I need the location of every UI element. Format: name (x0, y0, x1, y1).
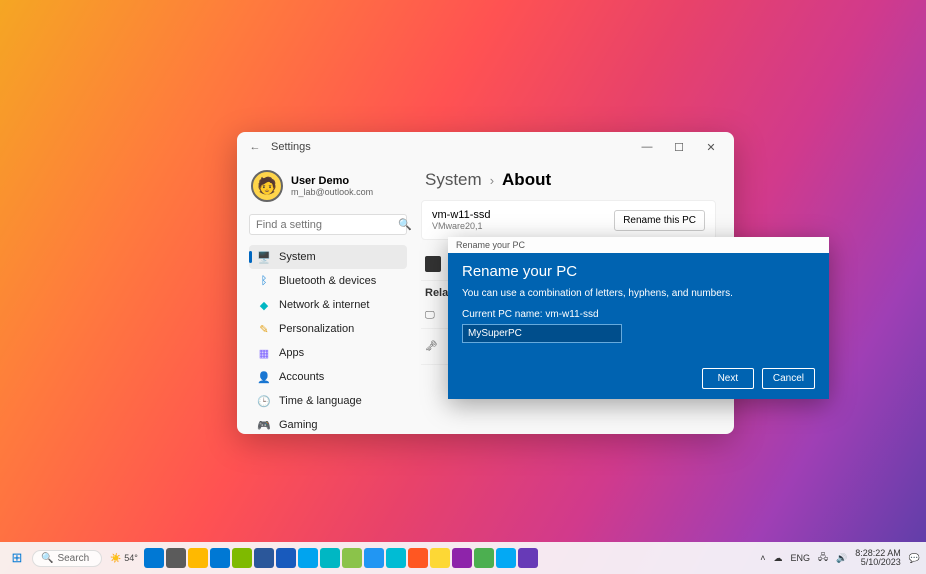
bluetooth-devices-icon: ᛒ (257, 274, 271, 288)
sidebar-item-personalization[interactable]: ✎ Personalization (249, 317, 407, 341)
search-icon: 🔍 (41, 553, 53, 564)
pc-name-card: vm-w11-ssd VMware20,1 Rename this PC (421, 200, 716, 240)
search-icon: 🔍 (398, 218, 412, 231)
network-internet-icon: ◆ (257, 298, 271, 312)
user-email: m_lab@outlook.com (291, 187, 373, 197)
notifications-icon[interactable]: 💬 (909, 553, 920, 564)
chevron-right-icon: › (490, 173, 494, 188)
sidebar-item-label: Gaming (279, 419, 318, 431)
tray-chevron-icon[interactable]: ˄ (760, 553, 765, 563)
taskbar-app-17[interactable] (518, 548, 538, 568)
network-icon[interactable]: 🖧 (818, 550, 828, 566)
cancel-button[interactable]: Cancel (762, 368, 815, 389)
monitor-icon: 🖵 (425, 310, 439, 321)
sidebar-item-time-language[interactable]: 🕒 Time & language (249, 389, 407, 413)
accounts-icon: 👤 (257, 370, 271, 384)
taskbar-app-12[interactable] (408, 548, 428, 568)
personalization-icon: ✎ (257, 322, 271, 336)
app-title: Settings (271, 141, 311, 153)
taskbar-app-10[interactable] (364, 548, 384, 568)
minimize-button[interactable]: — (632, 135, 662, 159)
sidebar-item-label: Network & internet (279, 299, 369, 311)
sidebar-item-label: Bluetooth & devices (279, 275, 376, 287)
taskbar-app-11[interactable] (386, 548, 406, 568)
sidebar-item-label: Personalization (279, 323, 354, 335)
time-language-icon: 🕒 (257, 394, 271, 408)
sidebar-item-label: Apps (279, 347, 304, 359)
user-name: User Demo (291, 175, 373, 188)
taskbar-search[interactable]: 🔍 Search (32, 550, 102, 567)
avatar: 🧑 (251, 170, 283, 202)
maximize-button[interactable]: ☐ (664, 135, 694, 159)
sidebar-item-label: Accounts (279, 371, 324, 383)
taskbar-app-14[interactable] (452, 548, 472, 568)
page-title: About (502, 170, 551, 190)
system-icon: 🖥️ (257, 250, 271, 264)
user-account[interactable]: 🧑 User Demo m_lab@outlook.com (249, 166, 407, 212)
clock-date: 5/10/2023 (855, 558, 901, 567)
sidebar-item-accounts[interactable]: 👤 Accounts (249, 365, 407, 389)
sidebar: 🧑 User Demo m_lab@outlook.com 🔍 🖥️ System… (237, 162, 415, 434)
titlebar: ← Settings — ☐ ✕ (237, 132, 734, 162)
dialog-title: Rename your PC (462, 263, 815, 280)
gaming-icon: 🎮 (257, 418, 271, 432)
taskbar-app-7[interactable] (298, 548, 318, 568)
clock[interactable]: 8:28:22 AM 5/10/2023 (855, 549, 901, 568)
start-button[interactable]: ⊞ (6, 547, 28, 569)
rename-pc-button[interactable]: Rename this PC (614, 210, 705, 231)
taskbar-app-8[interactable] (320, 548, 340, 568)
dialog-subtitle: You can use a combination of letters, hy… (462, 288, 815, 299)
taskbar: ⊞ 🔍 Search ☀️ 54° ˄ ☁ ENG 🖧 🔊 8:28:22 AM… (0, 542, 926, 574)
sidebar-item-network-internet[interactable]: ◆ Network & internet (249, 293, 407, 317)
taskbar-app-16[interactable] (496, 548, 516, 568)
taskbar-app-1[interactable] (166, 548, 186, 568)
taskbar-app-0[interactable] (144, 548, 164, 568)
pc-model: VMware20,1 (432, 221, 490, 231)
sidebar-item-label: Time & language (279, 395, 362, 407)
back-button[interactable]: ← (245, 141, 265, 153)
next-button[interactable]: Next (702, 368, 754, 389)
apps-icon: ▦ (257, 346, 271, 360)
language-indicator[interactable]: ENG (790, 553, 810, 563)
taskbar-app-9[interactable] (342, 548, 362, 568)
taskbar-search-label: Search (57, 553, 89, 564)
taskbar-app-6[interactable] (276, 548, 296, 568)
volume-icon[interactable]: 🔊 (836, 553, 847, 564)
weather-widget[interactable]: ☀️ 54° (110, 553, 138, 564)
taskbar-app-15[interactable] (474, 548, 494, 568)
weather-icon: ☀️ (110, 553, 121, 564)
dialog-caption: Rename your PC (448, 237, 829, 253)
rename-pc-dialog: Rename your PC Rename your PC You can us… (448, 237, 829, 399)
pc-name: vm-w11-ssd (432, 209, 490, 221)
taskbar-app-2[interactable] (188, 548, 208, 568)
search-box[interactable]: 🔍 (249, 214, 407, 235)
new-pc-name-input[interactable] (462, 324, 622, 343)
breadcrumb-root[interactable]: System (425, 170, 482, 190)
key-icon: 🗝 (425, 341, 439, 352)
taskbar-app-3[interactable] (210, 548, 230, 568)
breadcrumb: System › About (425, 170, 716, 190)
taskbar-app-13[interactable] (430, 548, 450, 568)
current-pc-name-label: Current PC name: vm-w11-ssd (462, 309, 815, 320)
onedrive-icon[interactable]: ☁ (773, 553, 782, 564)
weather-temp: 54° (124, 553, 138, 563)
sidebar-item-label: System (279, 251, 316, 263)
search-input[interactable] (256, 219, 398, 231)
sidebar-item-gaming[interactable]: 🎮 Gaming (249, 413, 407, 434)
close-button[interactable]: ✕ (696, 135, 726, 159)
taskbar-apps (144, 548, 538, 568)
sidebar-item-bluetooth-devices[interactable]: ᛒ Bluetooth & devices (249, 269, 407, 293)
sidebar-item-apps[interactable]: ▦ Apps (249, 341, 407, 365)
device-icon (425, 256, 441, 272)
sidebar-item-system[interactable]: 🖥️ System (249, 245, 407, 269)
taskbar-app-4[interactable] (232, 548, 252, 568)
system-tray: ˄ ☁ ENG 🖧 🔊 8:28:22 AM 5/10/2023 💬 (760, 549, 920, 568)
taskbar-app-5[interactable] (254, 548, 274, 568)
